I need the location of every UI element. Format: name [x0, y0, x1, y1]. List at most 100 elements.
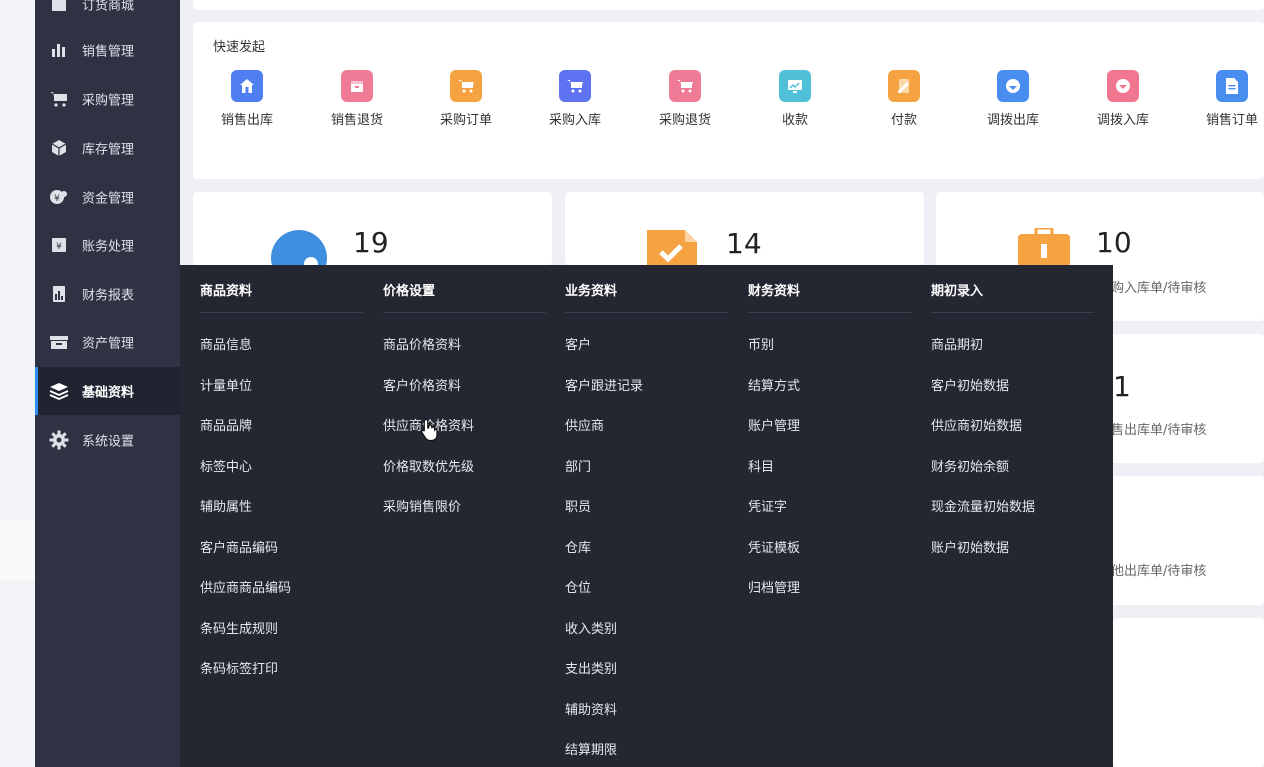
transfer-in-icon: [1107, 70, 1139, 102]
cart-icon: [450, 70, 482, 102]
sidebar-item-settings[interactable]: 系统设置: [35, 416, 180, 464]
menu-item[interactable]: 结算期限: [565, 739, 617, 758]
menu-item[interactable]: 采购销售限价: [383, 496, 461, 515]
menu-item[interactable]: 供应商: [565, 415, 604, 434]
top-panel-edge: [193, 0, 1264, 10]
svg-text:¥: ¥: [54, 194, 60, 204]
menu-divider: [565, 312, 728, 313]
svg-text:¥: ¥: [56, 242, 62, 252]
quick-item-label: 销售订单: [1205, 113, 1258, 128]
menu-item[interactable]: 职员: [565, 496, 591, 515]
menu-item[interactable]: 现金流量初始数据: [931, 496, 1035, 515]
menu-divider: [200, 312, 363, 313]
menu-item[interactable]: 条码标签打印: [200, 658, 278, 677]
stat-description: 购入库单/待审核: [1111, 281, 1207, 296]
menu-column-title: 财务资料: [748, 284, 801, 299]
transfer-out-icon: [997, 70, 1029, 102]
menu-item[interactable]: 辅助资料: [565, 699, 617, 718]
stat-card-6: [1113, 618, 1264, 767]
stat-number: 19: [353, 226, 389, 259]
return-box-icon: [341, 70, 373, 102]
menu-item[interactable]: 归档管理: [748, 577, 800, 596]
quick-receive-payment[interactable]: 收款: [755, 70, 835, 128]
sidebar-item-sales[interactable]: 销售管理: [35, 26, 180, 74]
menu-item[interactable]: 仓库: [565, 537, 591, 556]
report-icon: [49, 284, 69, 304]
quick-item-label: 调拨入库: [1096, 113, 1149, 128]
sidebar-item-assets[interactable]: 资产管理: [35, 318, 180, 366]
menu-item[interactable]: 支出类别: [565, 658, 617, 677]
stat-card-2[interactable]: 14: [565, 192, 924, 265]
menu-item[interactable]: 供应商商品编码: [200, 577, 291, 596]
menu-item[interactable]: 条码生成规则: [200, 618, 278, 637]
quick-sales-outbound[interactable]: 销售出库: [207, 70, 287, 128]
menu-item[interactable]: 币别: [748, 334, 774, 353]
menu-item[interactable]: 收入类别: [565, 618, 617, 637]
quick-item-label: 采购订单: [439, 113, 492, 128]
menu-item[interactable]: 客户初始数据: [931, 375, 1009, 394]
sidebar-item-accounting[interactable]: ¥ 账务处理: [35, 221, 180, 269]
quick-sales-return[interactable]: 销售退货: [317, 70, 397, 128]
sidebar: 订货商城 销售管理 采购管理 库存管理 ¥ 资金管理 ¥ 账务处理 财务报表 资…: [35, 0, 180, 767]
quick-item-label: 销售退货: [330, 113, 383, 128]
menu-item[interactable]: 计量单位: [200, 375, 252, 394]
sidebar-item-funds[interactable]: ¥ 资金管理: [35, 173, 180, 221]
stat-number: 1: [1113, 370, 1131, 403]
box-icon: [49, 138, 69, 158]
quick-sales-order[interactable]: 销售订单: [1192, 70, 1264, 128]
menu-item[interactable]: 凭证字: [748, 496, 787, 515]
cart-icon: [49, 89, 69, 109]
menu-item[interactable]: 商品价格资料: [383, 334, 461, 353]
menu-item[interactable]: 科目: [748, 456, 774, 475]
quick-pay[interactable]: 付款: [864, 70, 944, 128]
menu-divider: [931, 312, 1094, 313]
money-icon: ¥: [49, 187, 69, 207]
cart-in-icon: [559, 70, 591, 102]
sidebar-item-purchase[interactable]: 采购管理: [35, 75, 180, 123]
menu-item[interactable]: 商品品牌: [200, 415, 252, 434]
gear-icon: [49, 430, 69, 450]
menu-column-title: 价格设置: [383, 284, 436, 299]
sidebar-item-label: 财务报表: [82, 288, 135, 304]
stat-card-1[interactable]: 19: [193, 192, 552, 265]
sidebar-item-label: 订货商城: [82, 0, 135, 14]
menu-item[interactable]: 财务初始余额: [931, 456, 1009, 475]
menu-item[interactable]: 商品信息: [200, 334, 252, 353]
quick-transfer-out[interactable]: 调拨出库: [973, 70, 1053, 128]
quick-purchase-inbound[interactable]: 采购入库: [535, 70, 615, 128]
menu-item[interactable]: 仓位: [565, 577, 591, 596]
menu-item[interactable]: 客户跟进记录: [565, 375, 643, 394]
quick-purchase-return[interactable]: 采购退货: [645, 70, 725, 128]
menu-item[interactable]: 客户: [565, 334, 591, 353]
quick-transfer-in[interactable]: 调拨入库: [1083, 70, 1163, 128]
cart-return-icon: [669, 70, 701, 102]
home-icon: [231, 70, 263, 102]
menu-item[interactable]: 凭证模板: [748, 537, 800, 556]
receive-icon: [779, 70, 811, 102]
sidebar-item-financial-report[interactable]: 财务报表: [35, 270, 180, 318]
menu-divider: [383, 312, 546, 313]
menu-item[interactable]: 商品期初: [931, 334, 983, 353]
stat-description: 他出库单/待审核: [1111, 564, 1207, 579]
menu-item[interactable]: 结算方式: [748, 375, 800, 394]
menu-item[interactable]: 部门: [565, 456, 591, 475]
quick-item-label: 采购入库: [548, 113, 601, 128]
sidebar-item-label: 采购管理: [82, 93, 135, 109]
globe-icon: [271, 230, 327, 265]
menu-item[interactable]: 标签中心: [200, 456, 252, 475]
stat-number: 10: [1096, 226, 1132, 259]
quick-purchase-order[interactable]: 采购订单: [426, 70, 506, 128]
menu-item[interactable]: 账户管理: [748, 415, 800, 434]
menu-item[interactable]: 辅助属性: [200, 496, 252, 515]
sidebar-item-store[interactable]: 订货商城: [35, 0, 180, 28]
quick-launch-panel: 快速发起 销售出库 销售退货 采购订单 采购入库 采购退货 收款 付款 调拨出库…: [193, 22, 1264, 179]
sidebar-item-label: 库存管理: [82, 142, 135, 158]
menu-item[interactable]: 客户商品编码: [200, 537, 278, 556]
menu-item[interactable]: 供应商初始数据: [931, 415, 1022, 434]
menu-item[interactable]: 账户初始数据: [931, 537, 1009, 556]
sidebar-item-inventory[interactable]: 库存管理: [35, 124, 180, 172]
menu-item[interactable]: 价格取数优先级: [383, 456, 474, 475]
sidebar-item-basic-data[interactable]: 基础资料: [35, 367, 180, 415]
menu-item[interactable]: 客户价格资料: [383, 375, 461, 394]
stat-number: 14: [726, 227, 762, 260]
